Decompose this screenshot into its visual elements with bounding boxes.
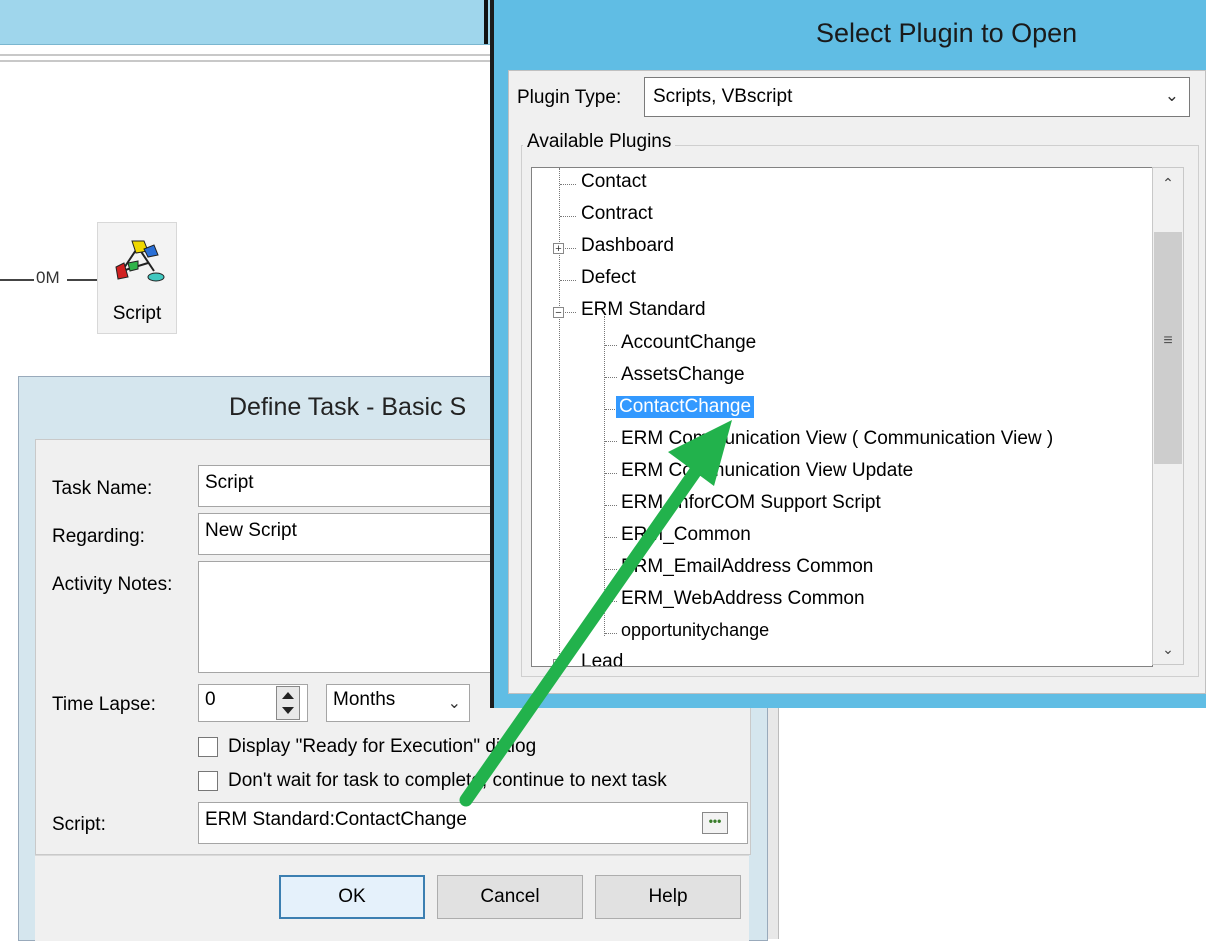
green-pointer-arrow — [459, 420, 732, 807]
